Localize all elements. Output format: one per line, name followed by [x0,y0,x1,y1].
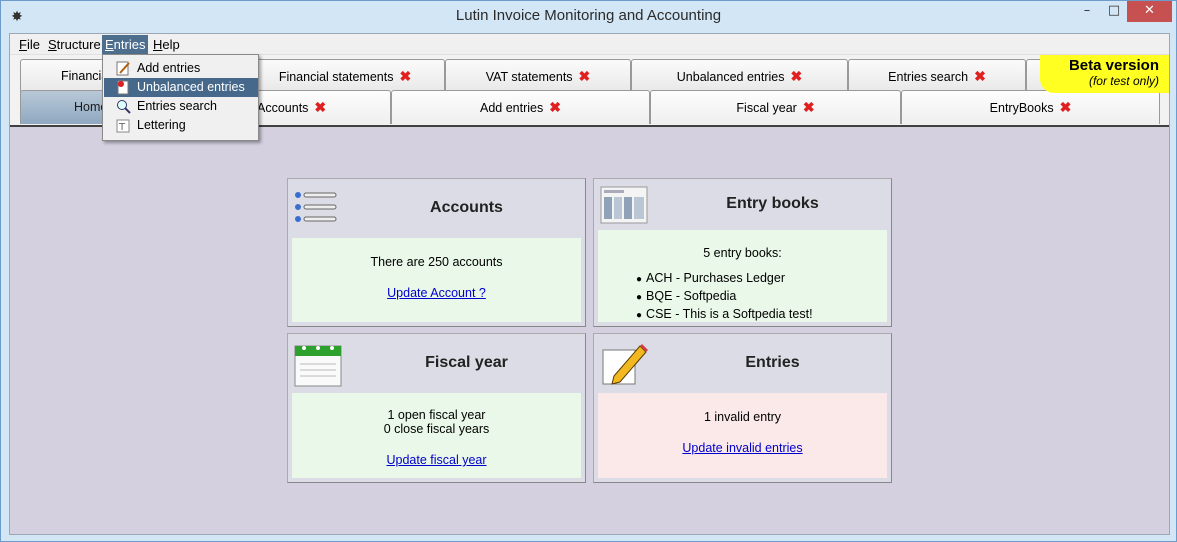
close-button[interactable]: ✕ [1127,1,1172,22]
entries-panel: Entries 1 invalid entry Update invalid e… [593,333,892,483]
tab-label: Entries search [888,70,969,84]
svg-text:T: T [118,122,126,133]
fiscal-year-title: Fiscal year [425,354,508,371]
accounts-count: There are 250 accounts [370,255,503,269]
client-area: File Structure Entries Help Financial Fi… [9,33,1170,535]
document-error-icon [116,80,131,95]
tab-accounts[interactable]: Accounts ✖ [256,90,391,124]
tab-entries-search[interactable]: Entries search ✖ [848,59,1026,92]
entry-books-panel: Entry books 5 entry books: ACH - Purchas… [593,178,892,327]
entry-books-title: Entry books [726,195,819,212]
menu-item-label: Lettering [137,118,186,132]
menu-help[interactable]: Help [150,35,183,54]
entry-books-list: ACH - Purchases Ledger BQE - Softpedia C… [636,270,887,324]
app-window: ✸ Lutin Invoice Monitoring and Accountin… [0,0,1177,542]
menu-item-label: Add entries [137,61,201,75]
close-tab-icon[interactable]: ✖ [974,60,986,92]
tab-unbalanced-entries[interactable]: Unbalanced entries ✖ [631,59,848,92]
close-tab-icon[interactable]: ✖ [790,60,802,92]
closed-fiscal-years: 0 close fiscal years [383,422,490,436]
minimize-button[interactable]: – [1073,1,1101,22]
menu-bar: File Structure Entries Help [10,34,1169,55]
tab-add-entries[interactable]: Add entries ✖ [391,90,650,124]
menu-item-add-entries[interactable]: Add entries [104,59,258,78]
update-invalid-entries-link[interactable]: Update invalid entries [598,441,887,455]
menu-item-label: Unbalanced entries [137,80,245,94]
menu-item-lettering[interactable]: T Lettering [104,116,258,135]
tab-label: Fiscal year [736,101,797,115]
invalid-entries-count: 1 invalid entry [703,410,782,424]
beta-badge: Beta version (for test only) [1040,55,1169,93]
title-bar[interactable]: ✸ Lutin Invoice Monitoring and Accountin… [1,1,1176,33]
tab-financial-statements[interactable]: Financial statements ✖ [245,59,445,92]
list-item: BQE - Softpedia [636,288,887,306]
tab-label: EntryBooks [989,101,1054,115]
magnifier-icon [116,99,131,114]
menu-structure[interactable]: Structure [45,35,104,54]
beta-subtitle: (for test only) [1088,74,1159,88]
close-tab-icon[interactable]: ✖ [549,91,561,123]
close-tab-icon[interactable]: ✖ [399,60,411,92]
menu-item-unbalanced-entries[interactable]: Unbalanced entries [104,78,258,97]
accounts-body: There are 250 accounts Update Account ? [292,238,581,322]
entry-books-count: 5 entry books: [703,246,782,260]
pencil-icon [116,61,131,76]
open-fiscal-years: 1 open fiscal year [387,408,486,422]
entries-dropdown-menu: Add entries Unbalanced entries Entries s… [102,54,259,141]
menu-item-label: Entries search [137,99,217,113]
fiscal-year-panel: Fiscal year 1 open fiscal year 0 close f… [287,333,586,483]
close-tab-icon[interactable]: ✖ [579,60,591,92]
menu-item-entries-search[interactable]: Entries search [104,97,258,116]
list-item: CSE - This is a Softpedia test! [636,306,887,324]
close-tab-icon[interactable]: ✖ [314,91,326,123]
menu-file[interactable]: File [16,35,43,54]
tab-label: Unbalanced entries [676,70,785,84]
accounts-panel: Accounts There are 250 accounts Update A… [287,178,586,327]
window-title: Lutin Invoice Monitoring and Accounting [455,7,722,24]
close-tab-icon[interactable]: ✖ [1060,91,1072,123]
tab-label: Add entries [480,101,544,115]
close-tab-icon[interactable]: ✖ [803,91,815,123]
tab-label: VAT statements [485,70,573,84]
list-item: ACH - Purchases Ledger [636,270,887,288]
fiscal-year-body: 1 open fiscal year 0 close fiscal years … [292,393,581,478]
menu-entries[interactable]: Entries [102,35,149,54]
beta-title: Beta version [1068,57,1159,74]
entries-body: 1 invalid entry Update invalid entries [598,393,887,478]
tab-vat-statements[interactable]: VAT statements ✖ [445,59,631,92]
maximize-button[interactable]: □ [1101,1,1127,22]
update-fiscal-year-link[interactable]: Update fiscal year [292,453,581,467]
update-account-link[interactable]: Update Account ? [292,286,581,300]
tab-entrybooks[interactable]: EntryBooks ✖ [901,90,1160,124]
entry-books-body: 5 entry books: ACH - Purchases Ledger BQ… [598,230,887,322]
tab-label: Financial statements [278,70,394,84]
entries-title: Entries [745,354,800,371]
tab-label: Accounts [257,101,309,115]
lettering-icon: T [116,118,131,133]
accounts-title: Accounts [430,199,503,216]
tab-fiscal-year[interactable]: Fiscal year ✖ [650,90,901,124]
